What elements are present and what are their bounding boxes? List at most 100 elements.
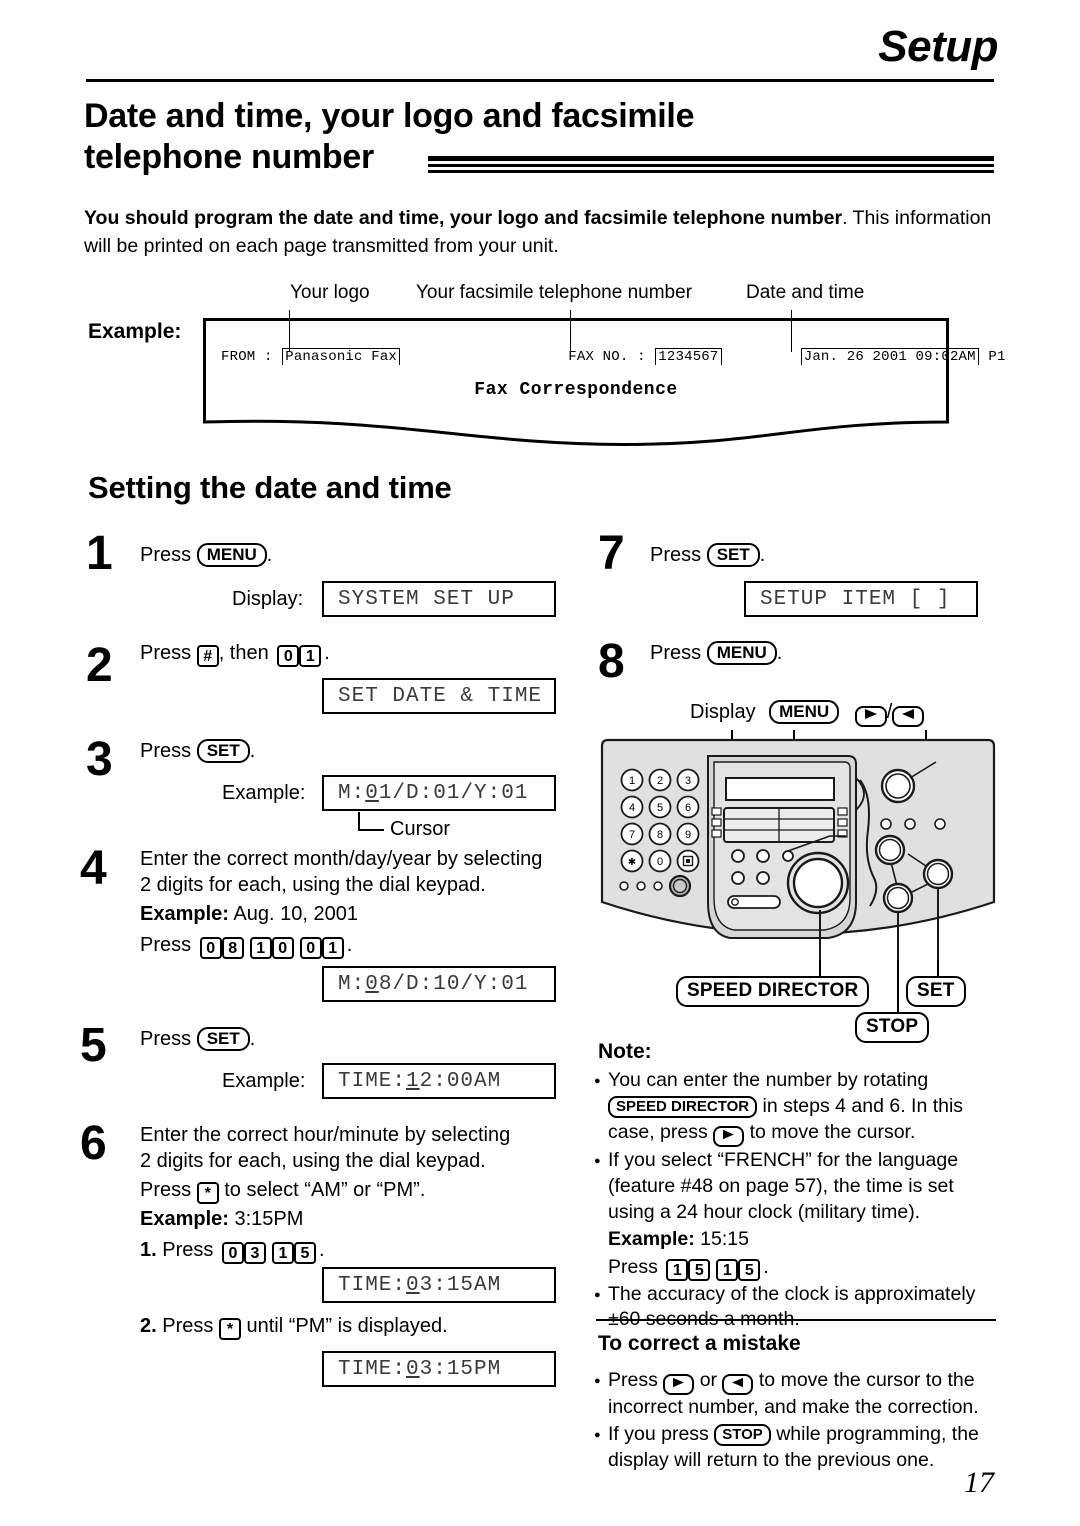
callout-your-logo: Your logo (290, 282, 370, 303)
note-item-1-a: You can enter the number by rotating (608, 1069, 929, 1091)
correct-mistake-heading: To correct a mistake (598, 1332, 801, 1355)
fax-no-prefix: FAX NO. : (568, 349, 646, 365)
digit-key-1[interactable]: 1 (299, 645, 322, 667)
lcd-time-pm-pre: TIME: (338, 1357, 407, 1381)
note-item-2-a: If you select “FRENCH” for the language … (608, 1148, 959, 1223)
menu-key[interactable]: MENU (196, 543, 267, 567)
lead-stop (897, 960, 899, 1012)
svg-text:8: 8 (657, 829, 663, 841)
set-key[interactable]: SET (196, 739, 250, 763)
step-3-number: 3 (86, 733, 113, 786)
tag-set[interactable]: SET (906, 976, 966, 1007)
fax-from-value: Panasonic Fax (282, 348, 401, 365)
right-arrow-key[interactable] (713, 1125, 745, 1147)
lcd-setup-item: SETUP ITEM [ ] (744, 581, 978, 617)
star-key[interactable]: * (218, 1318, 241, 1340)
digit-key-0[interactable]: 0 (277, 645, 300, 667)
lcd-date-initial: M: 0 1/D:01/Y:01 (322, 775, 556, 811)
fax-datetime-value: Jan. 26 2001 09:02AM (800, 348, 979, 365)
lcd-date-initial-post: 1/D:01/Y:01 (378, 781, 529, 805)
svg-text:5: 5 (657, 802, 663, 814)
note-item-2-press: Press (608, 1255, 658, 1278)
step-5-example-label: Example: (222, 1070, 306, 1092)
tag-speed-director[interactable]: SPEED DIRECTOR (676, 976, 870, 1007)
hash-key[interactable]: # (196, 645, 219, 667)
step-5-press: Press (140, 1028, 192, 1050)
digit-key-0[interactable]: 0 (271, 937, 294, 960)
set-key[interactable]: SET (196, 1027, 250, 1051)
digit-key-0[interactable]: 0 (199, 937, 222, 960)
step-7-text: Press SET. (650, 542, 765, 568)
digit-key-1[interactable]: 1 (321, 937, 344, 960)
note-item-2-example-value: 15:15 (700, 1227, 749, 1250)
fax-from-prefix: FROM : (221, 349, 273, 365)
lcd-time-initial-pre: TIME: (338, 1069, 407, 1093)
star-key[interactable]: * (196, 1181, 219, 1204)
step-5-number: 5 (80, 1019, 107, 1072)
correct-item-2-a: If you press (608, 1422, 709, 1445)
stop-key[interactable]: STOP (714, 1423, 771, 1446)
digit-key-0[interactable]: 0 (221, 1242, 244, 1265)
step-6-sub2-number: 2. (140, 1315, 157, 1337)
svg-text:9: 9 (685, 829, 691, 841)
set-key[interactable]: SET (706, 543, 760, 567)
digit-key-5[interactable]: 5 (738, 1258, 761, 1281)
digit-key-1[interactable]: 1 (271, 1242, 294, 1265)
lcd-date-entered-cursor: 0 (365, 972, 379, 996)
fax-example-sheet: FROM : Panasonic Fax FAX NO. : 1234567 J… (203, 318, 1005, 446)
digit-key-5[interactable]: 5 (688, 1258, 711, 1281)
speed-director-key[interactable]: SPEED DIRECTOR (608, 1095, 758, 1118)
tag-stop[interactable]: STOP (855, 1012, 930, 1043)
fax-body-title: Fax Correspondence (474, 380, 678, 400)
step-1-period: . (266, 544, 273, 566)
step-6-sub2-press: Press (162, 1315, 214, 1337)
lcd-time-pm-post: 3:15PM (419, 1357, 502, 1381)
digit-key-5[interactable]: 5 (293, 1242, 316, 1265)
right-arrow-key[interactable] (854, 706, 887, 727)
svg-text:1: 1 (629, 775, 635, 787)
fax-panel-drawing: 1 2 3 4 5 6 7 8 9 ✱ 0 (600, 738, 996, 966)
step-3-press: Press (140, 740, 192, 762)
step-3-text: Press SET. (140, 738, 255, 764)
note-item-3: The accuracy of the clock is approximate… (594, 1282, 998, 1334)
digit-key-3[interactable]: 3 (243, 1242, 266, 1265)
lcd-date-entered-pre: M: (338, 972, 366, 996)
digit-key-1[interactable]: 1 (716, 1258, 739, 1281)
intro-paragraph: You should program the date and time, yo… (84, 204, 996, 261)
digit-key-8[interactable]: 8 (221, 937, 244, 960)
fax-machine-panel: 1 2 3 4 5 6 7 8 9 ✱ 0 (598, 738, 998, 968)
step-4-number: 4 (80, 842, 107, 895)
right-arrow-key[interactable] (663, 1374, 695, 1395)
note-item-2-period: . (763, 1255, 769, 1278)
lcd-date-initial-pre: M: (338, 781, 366, 805)
digit-key-1[interactable]: 1 (666, 1258, 689, 1281)
correct-item-1: Press or to move the cursor to the incor… (594, 1368, 1000, 1421)
left-arrow-key[interactable] (892, 706, 925, 727)
step-8-text: Press MENU. (650, 640, 782, 666)
menu-key[interactable]: MENU (706, 641, 777, 665)
svg-text:6: 6 (685, 802, 691, 814)
step-2-then: , then (218, 642, 269, 664)
step-3-example-label: Example: (222, 782, 306, 804)
correct-item-1-a: Press (608, 1369, 658, 1391)
device-callout-labels: Display MENU / (690, 700, 925, 727)
step-6-example-label: Example: (140, 1207, 229, 1230)
step-6-press-star-pre: Press (140, 1178, 192, 1201)
step-2-number: 2 (86, 639, 113, 692)
lcd-time-am-post: 3:15AM (419, 1273, 502, 1297)
step-6-example-value: 3:15PM (234, 1207, 304, 1230)
chapter-title: Setup (878, 22, 998, 71)
fax-page-mark: P1 (988, 349, 1006, 365)
correct-item-2: If you press STOP while programming, the… (594, 1422, 1000, 1474)
lcd-time-initial-post: 2:00AM (419, 1069, 502, 1093)
fax-header-line: FROM : Panasonic Fax FAX NO. : 1234567 J… (221, 348, 1005, 365)
svg-text:2: 2 (657, 775, 663, 787)
left-arrow-key[interactable] (722, 1374, 754, 1395)
digit-key-1[interactable]: 1 (249, 937, 272, 960)
menu-key[interactable]: MENU (769, 700, 840, 724)
note-item-1-c: to move the cursor. (749, 1120, 916, 1143)
step-4-press: Press (140, 934, 192, 957)
fax-no-value: 1234567 (655, 348, 722, 365)
step-2-press: Press (140, 642, 192, 664)
digit-key-0[interactable]: 0 (299, 937, 322, 960)
